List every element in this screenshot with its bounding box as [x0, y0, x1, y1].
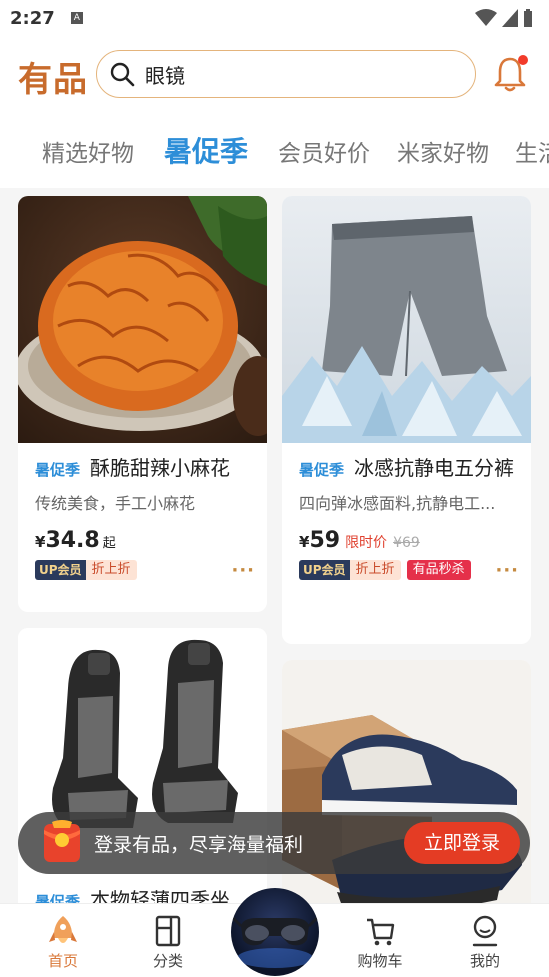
login-banner[interactable]: 登录有品，尽享海量福利 立即登录	[18, 812, 530, 874]
cart-icon	[367, 918, 395, 946]
product-card[interactable]	[282, 660, 531, 918]
product-image-shorts	[282, 196, 531, 443]
price-row: ¥ 34.8 起	[35, 528, 255, 553]
status-icons	[475, 9, 533, 27]
product-card[interactable]: 暑促季 冰感抗静电五分裤 四向弹冰感面料,抗静电工... ¥ 59 限时价 ¥69…	[282, 196, 531, 644]
search-bar[interactable]: 眼镜	[96, 50, 476, 98]
category-book-icon	[155, 915, 181, 947]
user-profile-icon	[472, 915, 498, 947]
product-title: 酥脆甜辣小麻花	[90, 456, 231, 480]
more-options-icon[interactable]: ···	[231, 560, 255, 581]
rocket-home-icon	[49, 916, 77, 943]
header: 有品 眼镜	[0, 36, 549, 112]
discount-tag: 折上折	[349, 560, 401, 580]
nav-cart[interactable]: 购物车	[345, 914, 415, 971]
nav-category[interactable]: 分类	[133, 914, 203, 971]
product-image-sneaker	[282, 660, 531, 918]
more-options-icon[interactable]: ···	[495, 560, 519, 581]
tab-mijia[interactable]: 米家好物	[397, 134, 489, 168]
tags-row: UP会员 折上折 有品秒杀 ···	[299, 559, 519, 581]
signal-icon	[502, 9, 518, 27]
app-logo: 有品	[18, 60, 88, 100]
tab-summer-sale[interactable]: 暑促季	[164, 130, 248, 170]
product-title-line: 暑促季 冰感抗静电五分裤	[299, 452, 519, 486]
vip-tag: UP会员	[299, 560, 350, 580]
tab-member-deals[interactable]: 会员好价	[278, 134, 370, 168]
search-icon	[110, 62, 135, 87]
nav-home[interactable]: 首页	[28, 914, 98, 971]
category-tabs: 精选好物 暑促季 会员好价 米家好物 生活	[0, 112, 549, 188]
promo-tag: 暑促季	[299, 461, 345, 479]
bell-icon[interactable]	[492, 54, 528, 94]
nav-cart-label: 购物车	[357, 952, 403, 970]
nav-mine-label: 我的	[469, 952, 500, 970]
product-desc: 四向弹冰感面料,抗静电工...	[299, 494, 496, 513]
product-image-snack	[18, 196, 267, 443]
notification-a-icon: A	[70, 12, 83, 24]
vip-tag: UP会员	[35, 560, 86, 580]
promo-tag: 暑促季	[35, 461, 81, 479]
smart-glasses-icon	[231, 916, 319, 968]
login-button[interactable]: 立即登录	[404, 822, 520, 864]
discount-tag: 折上折	[85, 560, 137, 580]
price-row: ¥ 59 限时价 ¥69	[299, 528, 519, 553]
currency: ¥	[299, 533, 310, 551]
product-price: 59	[309, 528, 341, 553]
nav-mine[interactable]: 我的	[450, 914, 520, 971]
login-promo-text: 登录有品，尽享海量福利	[94, 834, 304, 856]
currency: ¥	[35, 533, 46, 551]
product-title: 冰感抗静电五分裤	[354, 456, 515, 480]
tags-row: UP会员 折上折 ···	[35, 559, 255, 581]
nav-category-label: 分类	[152, 952, 183, 970]
nav-home-label: 首页	[47, 952, 78, 970]
product-card[interactable]: 暑促季 本物轻薄四季坐	[18, 628, 267, 918]
product-desc: 传统美食，手工小麻花	[35, 494, 196, 513]
battery-icon	[524, 9, 532, 27]
limited-price-label: 限时价	[345, 535, 388, 551]
status-time: 2:27	[10, 7, 55, 29]
price-suffix: 起	[102, 536, 116, 551]
product-price: 34.8	[45, 528, 100, 553]
nav-featured-glasses[interactable]	[231, 888, 319, 976]
product-title-line: 暑促季 酥脆甜辣小麻花	[35, 452, 255, 486]
tab-life[interactable]: 生活	[515, 134, 549, 168]
original-price: ¥69	[393, 535, 420, 551]
product-card[interactable]: 暑促季 酥脆甜辣小麻花 传统美食，手工小麻花 ¥ 34.8 起 UP会员 折上折 …	[18, 196, 267, 612]
wifi-icon	[475, 9, 497, 26]
tab-featured[interactable]: 精选好物	[42, 134, 134, 168]
flash-sale-tag: 有品秒杀	[406, 560, 471, 580]
bottom-nav: 首页 分类 购物车 我的	[0, 888, 549, 977]
search-input[interactable]: 眼镜	[145, 60, 185, 89]
status-bar: 2:27 A	[0, 0, 549, 36]
red-envelope-icon	[44, 820, 80, 862]
